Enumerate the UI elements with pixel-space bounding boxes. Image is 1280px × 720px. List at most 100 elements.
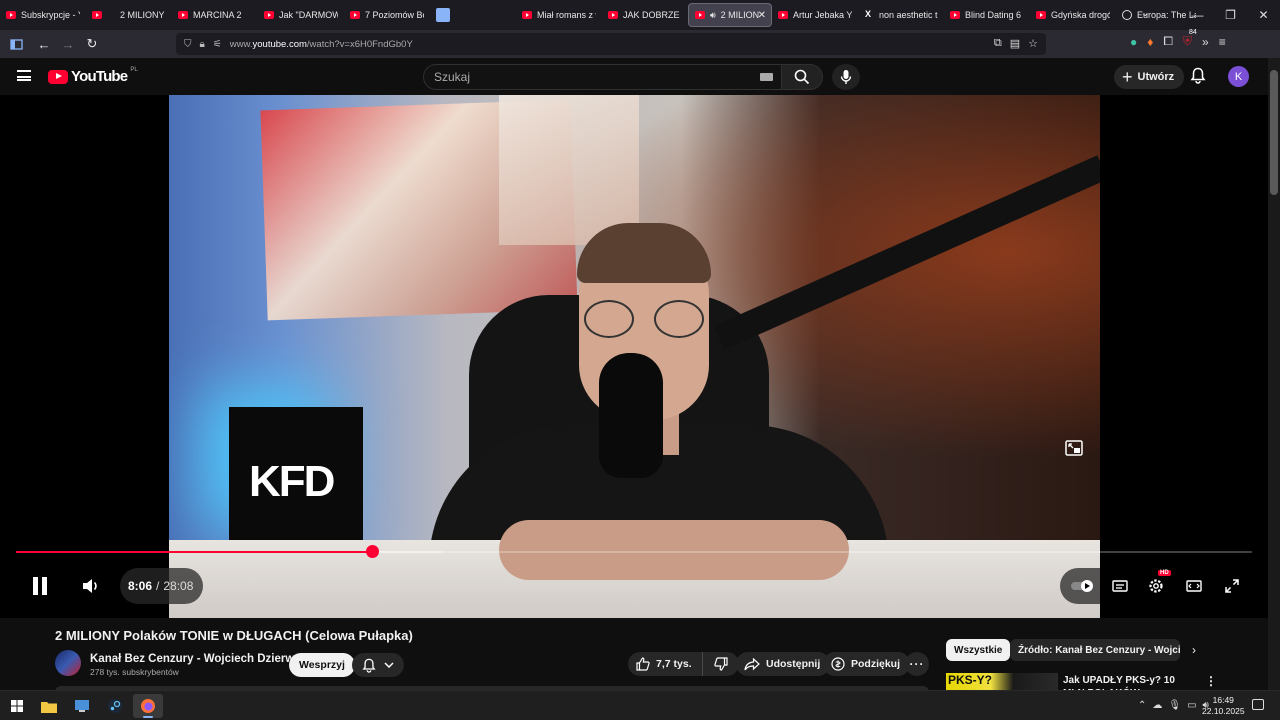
create-button[interactable]: + Utwórz xyxy=(1114,65,1185,89)
fullscreen-button[interactable] xyxy=(1222,577,1242,595)
url-text[interactable]: www.youtube.com/watch?v=x6H0FndGb0Y xyxy=(230,39,413,50)
keyboard-icon[interactable] xyxy=(760,73,773,81)
account-avatar[interactable]: K xyxy=(1228,66,1249,87)
browser-tab[interactable] xyxy=(430,3,516,27)
subscriber-count: 278 tys. subskrybentów xyxy=(90,667,179,677)
thanks-button[interactable]: Podziękuj xyxy=(823,652,911,676)
ublock-count-badge: 84 xyxy=(1188,29,1197,36)
share-label: Udostępnij xyxy=(766,658,821,670)
youtube-wordmark: YouTube xyxy=(71,68,128,85)
globe-icon xyxy=(1122,10,1132,20)
scrollbar-thumb[interactable] xyxy=(1270,70,1278,195)
search-button[interactable] xyxy=(781,64,823,90)
thumbnail-text: PKS-Y? xyxy=(948,673,993,687)
voice-search-button[interactable] xyxy=(832,64,860,90)
browser-tab[interactable]: 2 MILIONY xyxy=(86,3,172,27)
browser-tab[interactable]: non aesthetic th xyxy=(858,3,944,27)
fox-extension-icon[interactable]: ♦ xyxy=(1147,35,1153,49)
close-window-icon[interactable]: ✕ xyxy=(1247,8,1280,22)
browser-tab[interactable]: Jak "DARMOWY xyxy=(258,3,344,27)
youtube-icon xyxy=(522,11,532,19)
youtube-icon xyxy=(1036,11,1046,19)
picture-in-picture-icon[interactable]: ⧉ xyxy=(994,37,1002,50)
overflow-chevron-icon[interactable]: » xyxy=(1202,35,1209,49)
browser-tab[interactable]: 7 Poziomów Bo xyxy=(344,3,430,27)
vpn-extension-icon[interactable]: ● xyxy=(1130,35,1137,49)
tray-overflow-icon[interactable]: ⌃ xyxy=(1138,700,1146,711)
chip-all[interactable]: Wszystkie xyxy=(946,639,1011,661)
settings-button[interactable] xyxy=(1146,576,1166,596)
bell-icon xyxy=(362,658,376,673)
clock-date: 22.10.2025 xyxy=(1202,706,1245,716)
browser-tab[interactable]: JAK DOBRZE SIĘ xyxy=(602,3,688,27)
recommendation-title[interactable]: Jak UPADŁY PKS-y? 10 MLN POLAKÓW poza ŚW… xyxy=(1063,674,1193,690)
subscription-bell-button[interactable] xyxy=(352,653,404,677)
theater-mode-button[interactable] xyxy=(1184,577,1204,595)
more-actions-button[interactable]: ··· xyxy=(905,652,929,676)
browser-tab[interactable]: Subskrypcje - Yo xyxy=(0,3,86,27)
browser-tab[interactable]: Blind Dating 6 G xyxy=(944,3,1030,27)
miniplayer-icon[interactable] xyxy=(1065,440,1083,456)
tray-mic-icon[interactable]: 🎙︎ xyxy=(1168,700,1181,711)
firefox-icon[interactable] xyxy=(133,694,163,718)
permissions-icon[interactable]: ⚟ xyxy=(213,39,222,50)
subtitles-button[interactable] xyxy=(1110,577,1130,595)
scrubber-handle[interactable] xyxy=(365,545,379,558)
like-button[interactable]: 7,7 tys. xyxy=(628,652,703,676)
sidebar-toggle-icon[interactable] xyxy=(4,33,28,55)
reload-icon[interactable]: ↻ xyxy=(80,33,104,55)
tab-list-chevron-icon[interactable]: ⌄ xyxy=(1141,8,1149,19)
browser-tab[interactable]: Artur Jebaka Yel xyxy=(772,3,858,27)
share-icon xyxy=(744,657,760,670)
guide-menu-icon[interactable] xyxy=(17,70,31,81)
share-button[interactable]: Udostępnij xyxy=(736,652,831,676)
start-button[interactable] xyxy=(2,694,32,718)
pause-button[interactable] xyxy=(30,575,50,597)
restore-icon[interactable]: ❐ xyxy=(1214,8,1247,22)
control-panel-icon[interactable] xyxy=(67,694,97,718)
video-player[interactable]: KFD 8:06 / 28:08 HD xyxy=(0,95,1268,618)
browser-tab-strip: Subskrypcje - Yo 2 MILIONY MARCINA 2 Jak "D… xyxy=(0,0,1280,30)
browser-tab[interactable]: 🔊︎ 2 MILION ✕ xyxy=(688,3,772,27)
autoplay-toggle[interactable] xyxy=(1070,577,1094,595)
channel-avatar[interactable] xyxy=(55,650,81,676)
steam-icon[interactable] xyxy=(100,694,130,718)
url-bar[interactable]: ⛉ 🔒︎ ⚟ www.youtube.com/watch?v=x6H0FndGb… xyxy=(176,33,1046,55)
bookmark-star-icon[interactable]: ☆ xyxy=(1028,37,1038,50)
notifications-bell-icon[interactable] xyxy=(1190,67,1206,89)
network-icon[interactable]: ▭ xyxy=(1187,700,1196,711)
video-person-glasses xyxy=(584,300,704,338)
support-button[interactable]: Wesprzyj xyxy=(289,653,355,677)
shield-icon[interactable]: ⛉ xyxy=(184,39,192,50)
chips-next-chevron-icon[interactable]: › xyxy=(1192,643,1196,657)
progress-bar[interactable] xyxy=(16,545,1252,558)
minimize-icon[interactable]: — xyxy=(1181,8,1214,22)
chip-source-channel[interactable]: Źródło: Kanał Bez Cenzury - Wojciech Dzi… xyxy=(1010,639,1180,661)
volume-button[interactable] xyxy=(80,575,102,597)
dislike-button[interactable] xyxy=(703,652,739,676)
video-frame[interactable]: KFD xyxy=(169,95,1100,618)
like-dislike-group: 7,7 tys. xyxy=(628,652,739,676)
file-explorer-icon[interactable] xyxy=(34,694,64,718)
taskbar-clock[interactable]: 16:49 22.10.2025 xyxy=(1202,695,1245,717)
extensions-icon[interactable]: ⧠ xyxy=(1163,34,1173,49)
back-icon[interactable]: ← xyxy=(32,33,56,55)
youtube-logo[interactable]: YouTube PL xyxy=(48,67,138,85)
lock-icon[interactable]: 🔒︎ xyxy=(200,39,205,50)
browser-tab[interactable]: Miał romans z w xyxy=(516,3,602,27)
notification-center-icon[interactable] xyxy=(1252,699,1264,710)
page-scrollbar[interactable] xyxy=(1268,58,1280,690)
chevron-down-icon xyxy=(384,662,394,668)
search-input[interactable] xyxy=(423,64,781,90)
browser-tab[interactable]: Gdyńska drogó xyxy=(1030,3,1116,27)
reader-view-icon[interactable]: ▤ xyxy=(1010,37,1020,50)
channel-name[interactable]: Kanał Bez Cenzury - Wojciech Dzierwa xyxy=(90,653,301,665)
tab-close-icon[interactable]: ✕ xyxy=(758,10,766,21)
onedrive-icon[interactable]: ☁ xyxy=(1152,700,1162,711)
app-menu-icon[interactable]: ≡ xyxy=(1219,35,1226,49)
recommendation-more-icon[interactable]: ⋮ xyxy=(1205,674,1217,688)
tab-audio-icon[interactable]: 🔊︎ xyxy=(710,10,716,21)
browser-tab[interactable]: MARCINA 2 xyxy=(172,3,258,27)
ublock-icon[interactable]: ⛨ 84 xyxy=(1183,29,1197,49)
forward-icon[interactable]: → xyxy=(56,33,80,55)
